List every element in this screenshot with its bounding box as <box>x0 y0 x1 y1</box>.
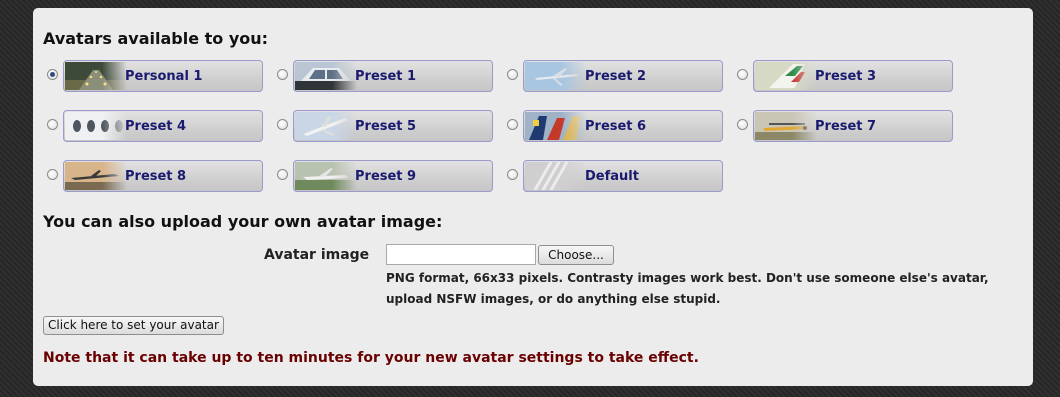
avatar-label: Preset 9 <box>355 169 417 184</box>
avatar-radio[interactable] <box>507 69 518 80</box>
upload-help-line: PNG format, 66x33 pixels. Contrasty imag… <box>386 271 989 285</box>
avatar-radio[interactable] <box>277 119 288 130</box>
avatar-label: Preset 3 <box>815 69 877 84</box>
avatar-option[interactable]: Preset 1 <box>277 60 495 92</box>
avatar-tile[interactable]: Preset 1 <box>293 60 493 92</box>
avatar-label: Preset 7 <box>815 119 877 134</box>
runway-lights-thumbnail <box>65 62 127 90</box>
windows-thumbnail <box>65 112 127 140</box>
choose-file-button[interactable]: Choose... <box>538 245 614 265</box>
plane-sky-thumbnail <box>525 62 587 90</box>
avatar-option[interactable]: Preset 6 <box>507 110 725 142</box>
avatar-label: Preset 4 <box>125 119 187 134</box>
avatar-option[interactable]: Preset 7 <box>737 110 955 142</box>
avatar-image-label: Avatar image <box>264 247 370 263</box>
jet-sunset-thumbnail <box>65 162 127 190</box>
avatar-option[interactable]: Preset 5 <box>277 110 495 142</box>
avatar-label: Preset 1 <box>355 69 417 84</box>
avatar-tile[interactable]: Personal 1 <box>63 60 263 92</box>
upload-help-line: upload NSFW images, or do anything else … <box>386 292 721 306</box>
avatar-label: Preset 5 <box>355 119 417 134</box>
delay-note: Note that it can take up to ten minutes … <box>43 350 699 366</box>
avatar-file-field[interactable] <box>386 244 536 265</box>
cockpit-thumbnail <box>295 62 357 90</box>
avatar-tile[interactable]: Preset 8 <box>63 160 263 192</box>
tails-thumbnail <box>525 112 587 140</box>
avatar-tile[interactable]: Default <box>523 160 723 192</box>
avatar-option[interactable]: Preset 3 <box>737 60 955 92</box>
avatar-option[interactable]: Default <box>507 160 725 192</box>
avatar-radio[interactable] <box>277 69 288 80</box>
avatar-label: Preset 8 <box>125 169 187 184</box>
stripes-thumbnail <box>525 161 587 191</box>
avatar-radio[interactable] <box>737 69 748 80</box>
plane-ground-thumbnail <box>295 162 357 190</box>
avatar-label: Preset 6 <box>585 119 647 134</box>
small-plane-thumbnail <box>755 112 817 140</box>
avatar-radio[interactable] <box>737 119 748 130</box>
upload-heading: You can also upload your own avatar imag… <box>43 212 443 231</box>
avatars-heading: Avatars available to you: <box>43 29 269 48</box>
avatar-option[interactable]: Preset 8 <box>47 160 265 192</box>
avatar-radio[interactable] <box>507 119 518 130</box>
avatar-tile[interactable]: Preset 6 <box>523 110 723 142</box>
avatar-tile[interactable]: Preset 5 <box>293 110 493 142</box>
avatar-label: Personal 1 <box>125 69 203 84</box>
avatar-label: Preset 2 <box>585 69 647 84</box>
avatar-tile[interactable]: Preset 9 <box>293 160 493 192</box>
avatar-radio[interactable] <box>277 169 288 180</box>
tail-fin-thumbnail <box>755 62 817 90</box>
avatar-tile[interactable]: Preset 3 <box>753 60 953 92</box>
avatar-settings-panel: Avatars available to you: Personal 1 Pres… <box>33 8 1033 386</box>
upload-help-text: PNG format, 66x33 pixels. Contrasty imag… <box>386 268 1006 310</box>
avatar-option[interactable]: Personal 1 <box>47 60 265 92</box>
avatar-radio[interactable] <box>47 169 58 180</box>
set-avatar-button[interactable]: Click here to set your avatar <box>43 316 224 335</box>
avatar-option[interactable]: Preset 9 <box>277 160 495 192</box>
avatar-radio[interactable] <box>507 169 518 180</box>
avatar-option[interactable]: Preset 2 <box>507 60 725 92</box>
plane-climb-thumbnail <box>295 112 357 140</box>
avatar-tile[interactable]: Preset 7 <box>753 110 953 142</box>
avatar-tile[interactable]: Preset 2 <box>523 60 723 92</box>
avatar-radio[interactable] <box>47 119 58 130</box>
avatar-radio[interactable] <box>47 69 58 80</box>
avatar-label: Default <box>585 169 639 184</box>
avatar-tile[interactable]: Preset 4 <box>63 110 263 142</box>
avatar-option[interactable]: Preset 4 <box>47 110 265 142</box>
